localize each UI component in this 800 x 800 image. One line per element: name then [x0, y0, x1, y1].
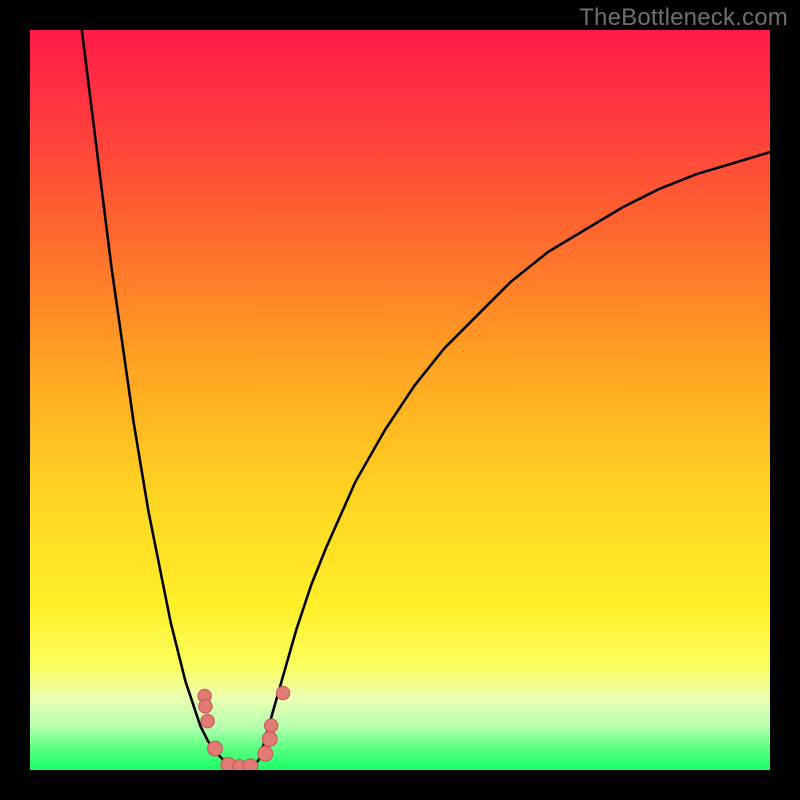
- data-marker: [265, 719, 278, 732]
- right-branch-curve: [252, 152, 770, 768]
- outer-frame: TheBottleneck.com: [0, 0, 800, 800]
- data-marker: [276, 686, 289, 699]
- data-marker: [199, 700, 212, 713]
- data-marker: [243, 759, 258, 770]
- data-marker: [208, 741, 223, 756]
- data-marker: [201, 715, 214, 728]
- curve-layer: [30, 30, 770, 770]
- attribution-text: TheBottleneck.com: [579, 4, 788, 32]
- data-marker: [258, 746, 273, 761]
- left-branch-curve: [82, 30, 237, 769]
- data-marker: [262, 732, 277, 747]
- plot-area: [30, 30, 770, 770]
